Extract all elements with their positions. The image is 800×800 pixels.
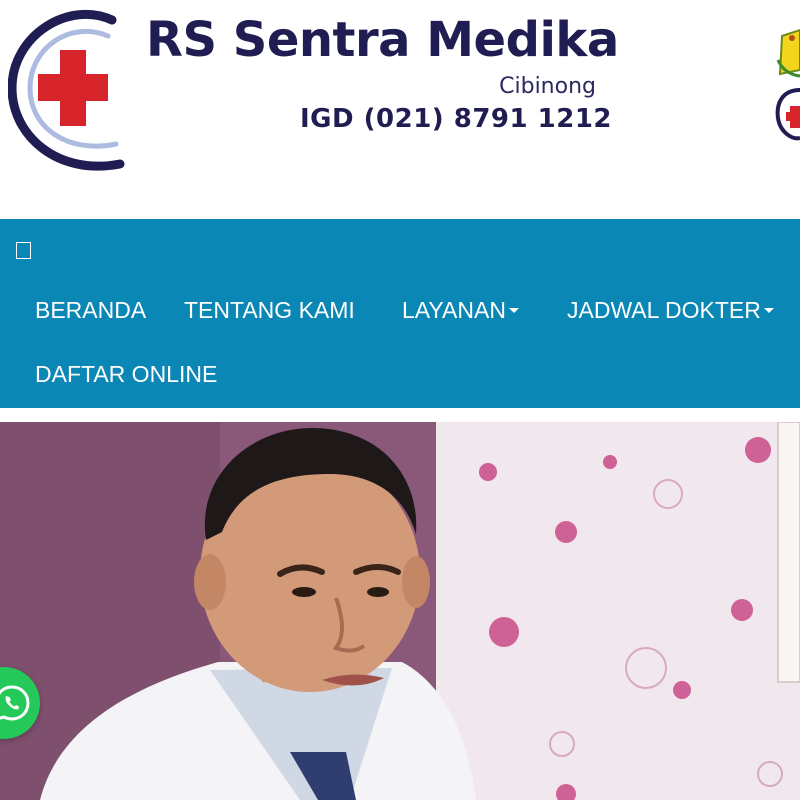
caret-down-icon — [508, 308, 519, 314]
nav-item-tentang-kami[interactable]: TENTANG KAMI — [184, 299, 355, 322]
hero-banner — [0, 422, 800, 800]
hospital-location: Cibinong — [499, 74, 596, 99]
hospital-name: RS Sentra Medika — [146, 12, 619, 68]
hospital-logo[interactable] — [8, 6, 138, 171]
nav-item-label: LAYANAN — [402, 297, 506, 323]
nav-item-layanan[interactable]: LAYANAN — [402, 299, 519, 322]
accreditation-badge-icon — [776, 28, 800, 78]
red-cross-icon — [8, 10, 125, 171]
menu-toggle-icon[interactable] — [16, 242, 31, 259]
nav-item-jadwal-dokter[interactable]: JADWAL DOKTER — [567, 299, 774, 322]
nav-item-label: JADWAL DOKTER — [567, 297, 761, 323]
whatsapp-icon — [0, 685, 30, 721]
nav-item-label: DAFTAR ONLINE — [35, 361, 218, 387]
emergency-phone: IGD (021) 8791 1212 — [300, 104, 613, 134]
partner-logos — [775, 28, 800, 141]
partner-cross-icon — [775, 88, 800, 141]
site-header: RS Sentra Medika Cibinong IGD (021) 8791… — [0, 0, 800, 219]
nav-item-label: BERANDA — [35, 297, 147, 323]
nav-item-label: TENTANG KAMI — [184, 297, 355, 323]
caret-down-icon — [763, 308, 774, 314]
nav-item-beranda[interactable]: BERANDA — [35, 299, 146, 322]
doctor-portrait — [0, 422, 800, 800]
nav-item-daftar-online[interactable]: DAFTAR ONLINE — [35, 363, 217, 386]
